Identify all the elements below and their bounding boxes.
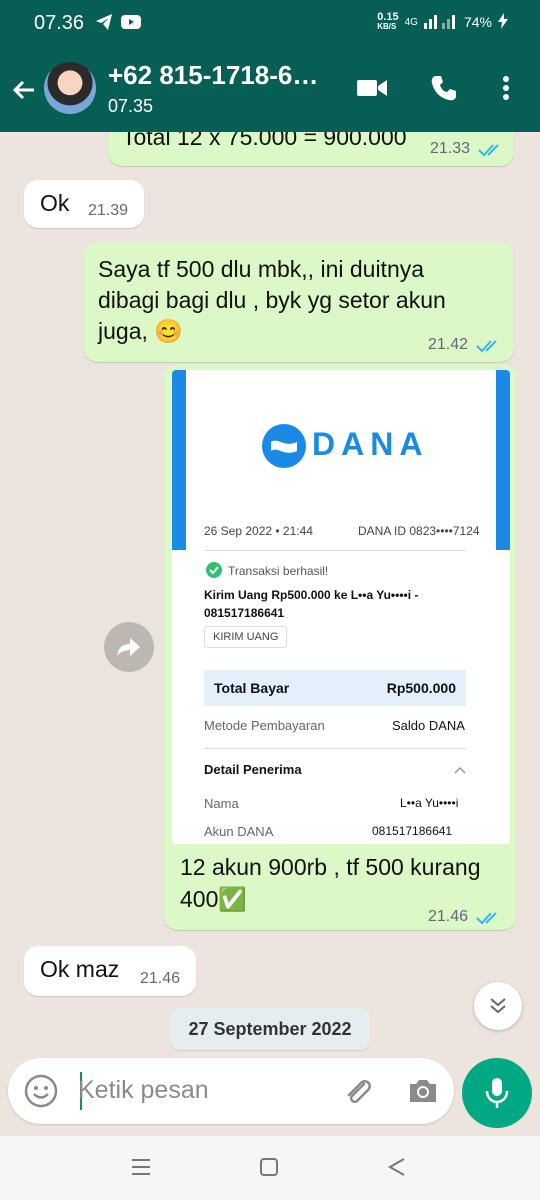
- message-text: Total 12 x 75.000 = 900.000: [122, 132, 407, 150]
- back-nav-icon[interactable]: [386, 1156, 408, 1178]
- receipt-date: 26 Sep 2022 • 21:44: [204, 524, 313, 538]
- phone-call-icon[interactable]: [430, 74, 458, 107]
- message-time: 21.42: [428, 336, 469, 353]
- divider: [204, 748, 466, 749]
- telegram-icon: [94, 12, 114, 37]
- emoji-icon[interactable]: [24, 1074, 58, 1108]
- account-value: 081517186641: [372, 824, 453, 838]
- camera-icon[interactable]: [406, 1074, 440, 1108]
- more-options-icon[interactable]: [500, 74, 512, 107]
- method-label: Metode Pembayaran: [204, 718, 325, 733]
- status-right: 0.15 KB/S 4G 74%: [377, 12, 508, 32]
- message-line-3: juga, 😊: [98, 318, 183, 344]
- message-line-2: dibagi bagi dlu , byk yg setor akun: [98, 287, 446, 313]
- message-time: 21.46: [428, 908, 469, 925]
- message-bubble-incoming[interactable]: Ok maz 21.46: [24, 946, 196, 996]
- total-label: Total Bayar: [214, 680, 290, 696]
- double-chevron-down-icon: [490, 998, 506, 1014]
- read-ticks-icon: [478, 144, 499, 157]
- microphone-icon: [485, 1078, 509, 1108]
- dana-brand: DANA: [312, 426, 429, 462]
- transaction-phone: 081517186641: [204, 606, 285, 620]
- transaction-tag: KIRIM UANG: [204, 626, 288, 648]
- forward-icon: [117, 638, 140, 656]
- account-label: Akun DANA: [204, 824, 274, 839]
- last-seen: 07.35: [108, 96, 154, 116]
- net-speed: 0.15 KB/S: [377, 11, 399, 32]
- message-text: Ok maz: [40, 956, 120, 982]
- transaction-description: Kirim Uang Rp500.000 ke L••a Yu••••i -: [204, 588, 419, 602]
- total-row: Total Bayar Rp500.000: [204, 670, 466, 706]
- signal-icon: [423, 13, 458, 32]
- success-check-icon: [206, 562, 222, 578]
- divider: [204, 550, 466, 551]
- read-ticks-icon: [476, 912, 497, 925]
- name-value: L••a Yu••••i: [400, 796, 459, 810]
- dana-logo-icon: [262, 424, 306, 468]
- video-call-icon[interactable]: [356, 74, 388, 107]
- date-separator: 27 September 2022: [170, 1008, 370, 1050]
- contact-avatar[interactable]: [44, 62, 96, 114]
- charging-icon: [498, 12, 508, 32]
- method-value: Saldo DANA: [392, 718, 465, 733]
- transaction-status: Transaksi berhasil!: [228, 564, 329, 578]
- dana-receipt-image[interactable]: DANA 26 Sep 2022 • 21:44 DANA ID 0823•••…: [172, 370, 510, 844]
- message-bubble-outgoing[interactable]: Saya tf 500 dlu mbk,, ini duitnya dibagi…: [84, 242, 514, 362]
- forward-button[interactable]: [104, 622, 154, 672]
- message-bubble-outgoing[interactable]: Total 12 x 75.000 = 900.000 21.33: [108, 132, 514, 166]
- contact-name[interactable]: +62 815-1718-6…: [108, 60, 318, 91]
- receipt-accent-right: [496, 370, 510, 550]
- status-time: 07.36: [34, 12, 85, 34]
- read-ticks-icon: [476, 340, 497, 353]
- message-time: 21.33: [430, 140, 471, 157]
- network-type: 4G: [404, 16, 418, 28]
- voice-message-button[interactable]: [462, 1058, 532, 1128]
- chat-area[interactable]: Total 12 x 75.000 = 900.000 21.33 Ok 21.…: [0, 132, 540, 1052]
- scroll-to-bottom-button[interactable]: [474, 982, 522, 1030]
- message-composer[interactable]: Ketik pesan: [8, 1058, 454, 1124]
- chevron-up-icon: [454, 766, 466, 774]
- message-time: 21.39: [88, 202, 129, 219]
- caption-line-1: 12 akun 900rb , tf 500 kurang: [180, 854, 481, 880]
- chat-header: +62 815-1718-6… 07.35: [0, 48, 540, 132]
- caption-line-2: 400✅: [180, 886, 248, 912]
- receipt-dana-id: DANA ID 0823••••7124: [358, 524, 480, 538]
- message-line-1: Saya tf 500 dlu mbk,, ini duitnya: [98, 256, 425, 282]
- message-bubble-incoming[interactable]: Ok 21.39: [24, 180, 144, 228]
- youtube-icon: [120, 12, 142, 37]
- message-input[interactable]: Ketik pesan: [78, 1076, 209, 1105]
- name-label: Nama: [204, 796, 239, 811]
- recent-apps-icon[interactable]: [130, 1156, 152, 1178]
- total-value: Rp500.000: [386, 680, 456, 696]
- home-icon[interactable]: [258, 1156, 280, 1178]
- message-time: 21.46: [140, 970, 181, 987]
- detail-title: Detail Penerima: [204, 762, 302, 777]
- system-nav-bar: [0, 1136, 540, 1200]
- status-bar: 07.36 0.15 KB/S 4G 74%: [0, 0, 540, 48]
- battery-level: 74%: [463, 14, 492, 30]
- back-arrow-icon[interactable]: [10, 76, 38, 109]
- message-text: Ok: [40, 190, 70, 216]
- receipt-accent-left: [172, 370, 186, 550]
- attach-icon[interactable]: [340, 1074, 374, 1108]
